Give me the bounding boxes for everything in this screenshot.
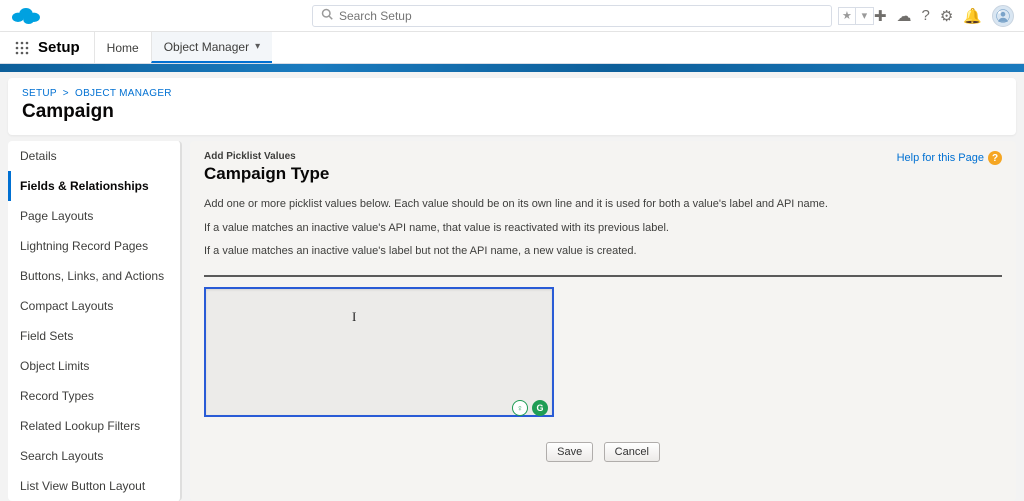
object-side-nav: Details Fields & Relationships Page Layo… <box>8 141 182 501</box>
main-area: Details Fields & Relationships Page Layo… <box>8 141 1016 501</box>
favorites-toggle[interactable]: ★ ▾ <box>838 7 874 25</box>
sales-cloud-icon[interactable]: ☁ <box>897 7 912 25</box>
breadcrumb-separator: > <box>63 88 69 99</box>
sidebar-item-lightning-record-pages[interactable]: Lightning Record Pages <box>8 231 180 261</box>
grammarly-overlay: ♀ G <box>512 400 548 416</box>
sidebar-item-field-sets[interactable]: Field Sets <box>8 321 180 351</box>
cancel-button[interactable]: Cancel <box>604 442 660 462</box>
search-input[interactable] <box>339 9 823 23</box>
sidebar-item-list-view-button-layout[interactable]: List View Button Layout <box>8 471 180 501</box>
sidebar-item-record-types[interactable]: Record Types <box>8 381 180 411</box>
help-link-label: Help for this Page <box>897 152 984 164</box>
sidebar-item-fields-relationships[interactable]: Fields & Relationships <box>8 171 180 201</box>
sidebar-item-details[interactable]: Details <box>8 141 180 171</box>
instruction-line: If a value matches an inactive value's A… <box>204 220 1002 238</box>
instruction-line: If a value matches an inactive value's l… <box>204 243 1002 261</box>
help-for-page-link[interactable]: Help for this Page ? <box>897 151 1002 165</box>
chevron-down-icon[interactable]: ▾ <box>856 7 874 25</box>
sidebar-item-compact-layouts[interactable]: Compact Layouts <box>8 291 180 321</box>
bell-icon[interactable]: 🔔 <box>963 7 982 25</box>
star-icon[interactable]: ★ <box>838 7 856 25</box>
decorative-strip <box>0 64 1024 72</box>
breadcrumb-root[interactable]: SETUP <box>22 88 57 99</box>
divider <box>204 275 1002 277</box>
add-icon[interactable]: ✚ <box>874 7 887 25</box>
context-nav: Setup Home Object Manager ▾ <box>0 32 1024 64</box>
page-title: Campaign <box>22 101 1002 123</box>
sidebar-item-buttons-links-actions[interactable]: Buttons, Links, and Actions <box>8 261 180 291</box>
breadcrumb-leaf[interactable]: OBJECT MANAGER <box>75 88 172 99</box>
tab-label: Home <box>107 41 139 55</box>
gear-icon[interactable]: ⚙ <box>940 7 953 25</box>
global-header: ★ ▾ ✚ ☁ ? ⚙ 🔔 <box>0 0 1024 32</box>
chevron-down-icon: ▾ <box>255 41 260 52</box>
save-button[interactable]: Save <box>546 442 593 462</box>
help-icon[interactable]: ? <box>922 7 930 24</box>
avatar[interactable] <box>992 5 1014 27</box>
tab-home[interactable]: Home <box>94 32 151 63</box>
tab-object-manager[interactable]: Object Manager ▾ <box>151 32 272 63</box>
content-panel: Help for this Page ? Add Picklist Values… <box>190 141 1016 501</box>
help-question-icon: ? <box>988 151 1002 165</box>
picklist-values-textarea[interactable] <box>204 287 554 417</box>
app-launcher-icon[interactable] <box>12 32 32 63</box>
app-name: Setup <box>32 32 94 63</box>
page-header: SETUP > OBJECT MANAGER Campaign <box>8 78 1016 135</box>
textarea-wrapper: I ♀ G <box>204 287 1002 422</box>
sidebar-item-page-layouts[interactable]: Page Layouts <box>8 201 180 231</box>
content-title: Campaign Type <box>204 164 1002 184</box>
header-actions: ✚ ☁ ? ⚙ 🔔 <box>874 5 1014 27</box>
instructions-block: Add one or more picklist values below. E… <box>204 196 1002 261</box>
button-row: Save Cancel <box>204 442 1002 462</box>
tab-label: Object Manager <box>164 40 249 54</box>
sidebar-item-search-layouts[interactable]: Search Layouts <box>8 441 180 471</box>
content-subheading: Add Picklist Values <box>204 151 1002 162</box>
breadcrumb: SETUP > OBJECT MANAGER <box>22 88 1002 99</box>
grammarly-bulb-icon[interactable]: ♀ <box>512 400 528 416</box>
grammarly-icon[interactable]: G <box>532 400 548 416</box>
instruction-line: Add one or more picklist values below. E… <box>204 196 1002 214</box>
salesforce-logo <box>10 4 42 28</box>
global-search[interactable] <box>312 5 832 27</box>
sidebar-item-object-limits[interactable]: Object Limits <box>8 351 180 381</box>
search-icon <box>321 8 333 23</box>
sidebar-item-related-lookup-filters[interactable]: Related Lookup Filters <box>8 411 180 441</box>
